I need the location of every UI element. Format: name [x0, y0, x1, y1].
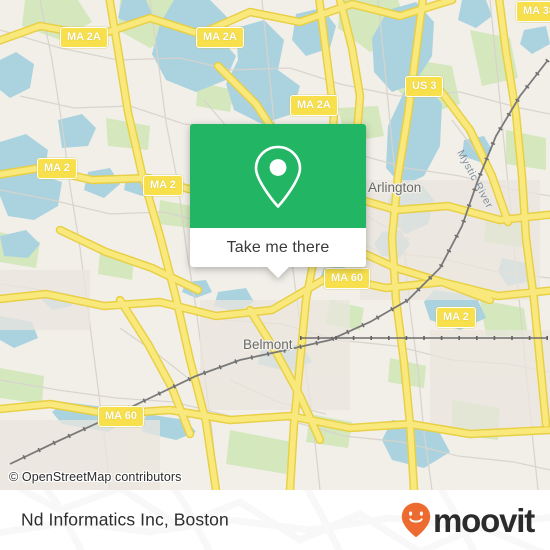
osm-attribution[interactable]: © OpenStreetMap contributors — [9, 470, 182, 484]
callout-action-area[interactable]: Take me there — [190, 228, 366, 278]
moovit-pin-smiley-icon — [401, 502, 431, 538]
moovit-brand[interactable]: moovit — [401, 501, 535, 539]
callout-tail — [267, 267, 289, 278]
road-shield: MA 2 — [37, 158, 77, 179]
place-label-belmont: Belmont — [243, 337, 293, 352]
road-shield: MA 60 — [98, 406, 144, 427]
road-shield: MA 60 — [324, 268, 370, 289]
take-me-there-callout[interactable]: Take me there — [190, 124, 366, 278]
road-shield: MA 2A — [290, 95, 338, 116]
place-title: Nd Informatics Inc, Boston — [21, 509, 229, 530]
map-pin-icon — [254, 145, 302, 208]
callout-image-area — [190, 124, 366, 228]
footer-bar: Nd Informatics Inc, Boston moovit — [0, 490, 550, 550]
moovit-wordmark: moovit — [433, 501, 535, 539]
road-shield: US 3 — [405, 76, 444, 97]
road-shield: MA 2A — [196, 27, 244, 48]
road-shield: MA 2A — [60, 27, 108, 48]
map-screen: MA 2A MA 2A MA 2A MA 38 US 3 MA 2 MA 2 M… — [0, 0, 550, 550]
place-label-arlington: Arlington — [368, 180, 422, 195]
road-shield: MA 2 — [436, 307, 476, 328]
callout-action-label: Take me there — [226, 238, 330, 256]
road-shield: MA 38 — [516, 1, 550, 22]
map-canvas[interactable]: MA 2A MA 2A MA 2A MA 38 US 3 MA 2 MA 2 M… — [0, 0, 550, 490]
road-shield: MA 2 — [143, 175, 183, 196]
